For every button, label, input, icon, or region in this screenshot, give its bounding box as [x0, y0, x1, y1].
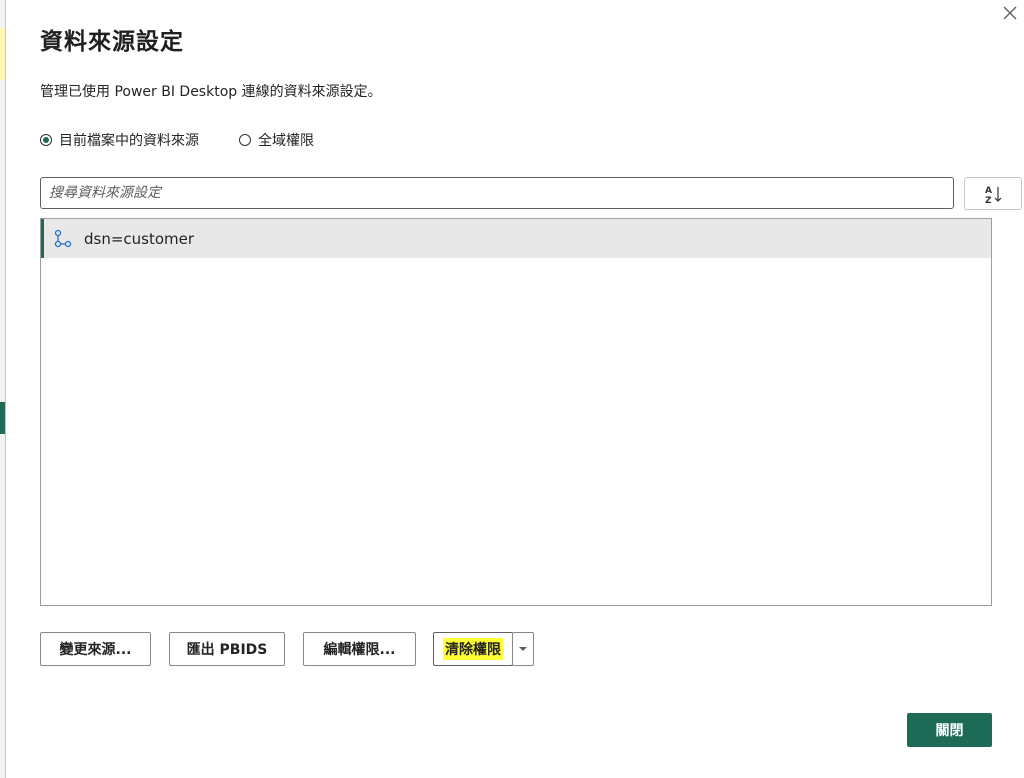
list-item[interactable]: dsn=customer	[41, 219, 991, 258]
scope-radio-group: 目前檔案中的資料來源 全域權限	[40, 130, 314, 150]
data-source-list[interactable]: dsn=customer	[40, 218, 992, 606]
radio-current-file-label: 目前檔案中的資料來源	[59, 133, 199, 149]
search-input[interactable]	[40, 177, 954, 209]
radio-global-permissions-circle[interactable]	[239, 134, 251, 146]
svg-text:Z: Z	[985, 196, 992, 205]
clear-permissions-button[interactable]: 清除權限	[433, 632, 513, 666]
radio-current-file[interactable]: 目前檔案中的資料來源	[40, 130, 199, 150]
clear-permissions-label: 清除權限	[443, 638, 503, 660]
chevron-down-icon	[519, 647, 527, 651]
close-button[interactable]	[999, 2, 1021, 24]
close-icon	[1003, 6, 1017, 20]
svg-text:A: A	[985, 186, 992, 196]
odbc-connection-icon	[52, 228, 74, 250]
screen: 資料來源設定 管理已使用 Power BI Desktop 連線的資料來源設定。…	[0, 0, 1024, 778]
radio-global-permissions-label: 全域權限	[258, 133, 314, 149]
sort-button[interactable]: A Z	[964, 177, 1022, 210]
data-source-label: dsn=customer	[84, 229, 195, 248]
clear-permissions-dropdown-button[interactable]	[512, 632, 534, 666]
close-dialog-button[interactable]: 關閉	[907, 713, 992, 747]
data-source-settings-dialog: 資料來源設定 管理已使用 Power BI Desktop 連線的資料來源設定。…	[5, 0, 1024, 778]
sort-az-icon: A Z	[985, 186, 1002, 205]
radio-current-file-circle[interactable]	[40, 134, 52, 146]
edit-permissions-button[interactable]: 編輯權限...	[303, 632, 416, 666]
radio-global-permissions[interactable]: 全域權限	[239, 130, 314, 150]
dialog-subtitle: 管理已使用 Power BI Desktop 連線的資料來源設定。	[40, 84, 382, 100]
dialog-title: 資料來源設定	[40, 29, 184, 55]
change-source-button[interactable]: 變更來源...	[40, 632, 151, 666]
export-pbids-button[interactable]: 匯出 PBIDS	[169, 632, 285, 666]
